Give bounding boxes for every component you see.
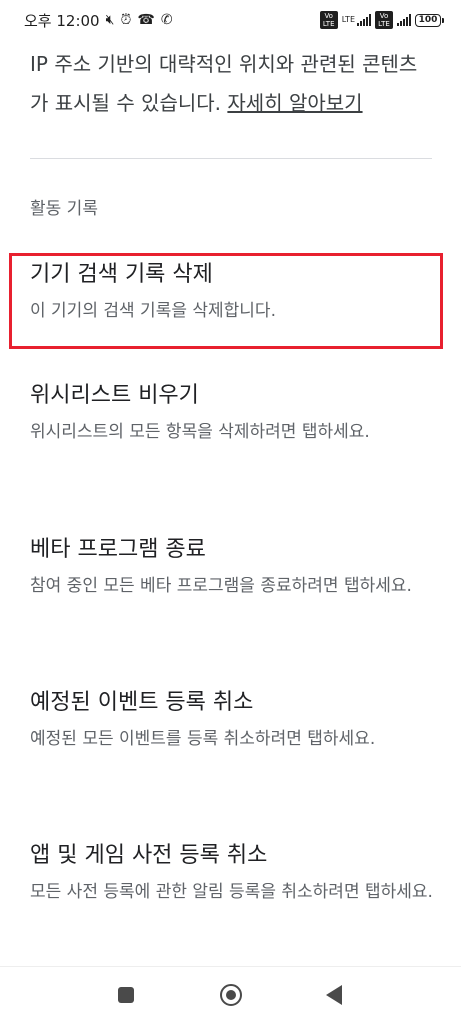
alarm-icon: ⏰︎: [120, 12, 132, 28]
home-icon[interactable]: [220, 984, 242, 1006]
item-leave-beta-programs[interactable]: 베타 프로그램 종료 참여 중인 모든 베타 프로그램을 종료하려면 탭하세요.: [30, 535, 435, 603]
back-icon[interactable]: [326, 985, 342, 1005]
item-cancel-event-registrations[interactable]: 예정된 이벤트 등록 취소 예정된 모든 이벤트를 등록 취소하려면 탭하세요.: [30, 688, 435, 756]
network-type: LTE: [341, 15, 355, 24]
volte-badge-icon: Vo LTE: [319, 11, 338, 29]
item-subtitle: 모든 사전 등록에 관한 알림 등록을 취소하려면 탭하세요.: [30, 882, 433, 902]
item-cancel-preregistrations[interactable]: 앱 및 게임 사전 등록 취소 모든 사전 등록에 관한 알림 등록을 취소하려…: [30, 841, 435, 909]
item-subtitle: 참여 중인 모든 베타 프로그램을 종료하려면 탭하세요.: [30, 576, 412, 596]
status-time: 오후 12:00: [24, 11, 100, 30]
wifi-call-icon: ☎︎: [137, 12, 155, 28]
status-right: Vo LTE LTE Vo LTE 100: [319, 11, 444, 29]
item-subtitle: 위시리스트의 모든 항목을 삭제하려면 탭하세요.: [30, 422, 370, 442]
learn-more-link[interactable]: 자세히 알아보기: [227, 91, 362, 115]
recents-icon[interactable]: [118, 987, 134, 1003]
battery-level: 100: [418, 15, 438, 25]
item-subtitle: 이 기기의 검색 기록을 삭제합니다.: [30, 301, 276, 321]
item-subtitle: 예정된 모든 이벤트를 등록 취소하려면 탭하세요.: [30, 729, 376, 749]
divider: [30, 158, 432, 159]
status-left: 오후 12:00 🔇︎ ⏰︎ ☎︎ ✆︎: [24, 10, 173, 31]
item-delete-search-history[interactable]: 기기 검색 기록 삭제 이 기기의 검색 기록을 삭제합니다.: [30, 260, 435, 328]
item-title: 기기 검색 기록 삭제: [30, 262, 213, 287]
volte-badge-icon-2: Vo LTE: [375, 11, 393, 29]
item-title: 위시리스트 비우기: [30, 383, 199, 408]
signal-icon-2: [397, 14, 411, 26]
item-title: 예정된 이벤트 등록 취소: [30, 690, 254, 715]
section-header: 활동 기록: [30, 199, 98, 219]
signal-icon: [357, 14, 371, 26]
mute-icon: 🔇︎: [105, 12, 115, 28]
intro-text: IP 주소 기반의 대략적인 위치와 관련된 콘텐츠가 표시될 수 있습니다. …: [30, 45, 435, 123]
battery-icon: 100: [415, 13, 444, 27]
navigation-bar: [0, 967, 461, 1024]
volte-icon: ✆︎: [160, 12, 173, 28]
status-bar: 오후 12:00 🔇︎ ⏰︎ ☎︎ ✆︎ Vo LTE LTE Vo LTE 100: [0, 0, 461, 40]
item-clear-wishlist[interactable]: 위시리스트 비우기 위시리스트의 모든 항목을 삭제하려면 탭하세요.: [30, 381, 435, 449]
item-title: 베타 프로그램 종료: [30, 537, 206, 562]
item-title: 앱 및 게임 사전 등록 취소: [30, 843, 268, 868]
